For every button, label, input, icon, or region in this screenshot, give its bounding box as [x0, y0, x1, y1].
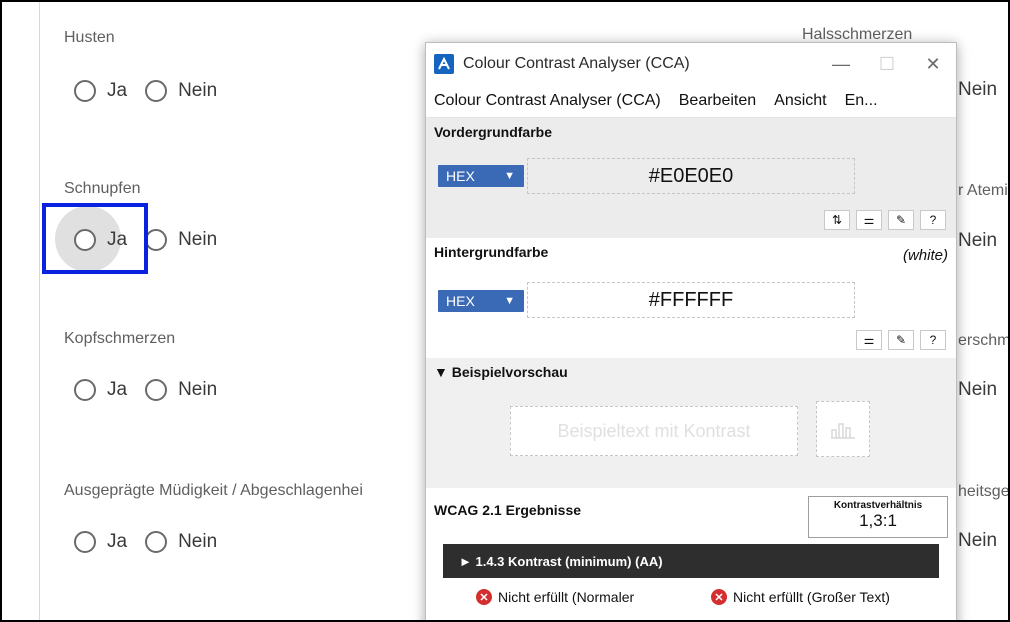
- radio-label-ja[interactable]: Ja: [107, 379, 127, 401]
- minimize-button[interactable]: —: [818, 54, 864, 75]
- result-normal-text: ✕ Nicht erfüllt (Normaler: [476, 589, 634, 605]
- question-label-muedigkeit: Ausgeprägte Müdigkeit / Abgeschlagenhei: [64, 482, 363, 499]
- radio-kopfschmerzen-nein[interactable]: [145, 379, 168, 401]
- result-normal-label: Nicht erfüllt (Normaler: [498, 589, 635, 605]
- background-section: Hintergrundfarbe (white) HEX ▼ #FFFFFF ⚌…: [426, 238, 956, 358]
- contrast-ratio-label: Kontrastverhältnis: [833, 500, 923, 511]
- background-format-value: HEX: [446, 293, 475, 309]
- question-label-schnupfen: Schnupfen: [64, 180, 141, 197]
- wcag-title: WCAG 2.1 Ergebnisse: [434, 502, 582, 518]
- contrast-ratio-value: 1,3:1: [859, 511, 897, 530]
- maximize-button: ☐: [878, 53, 896, 74]
- menu-bearbeiten[interactable]: Bearbeiten: [679, 92, 756, 110]
- question-label-right-fragment-4: heitsge: [958, 483, 1010, 500]
- cca-window-title: Colour Contrast Analyser (CCA): [463, 55, 690, 72]
- chevron-down-icon: ▼: [504, 170, 515, 182]
- radio-label-nein[interactable]: Nein: [178, 379, 217, 401]
- menu-cca[interactable]: Colour Contrast Analyser (CCA): [434, 92, 661, 110]
- wcag-section: WCAG 2.1 Ergebnisse Kontrastverhältnis 1…: [426, 488, 956, 608]
- contrast-ratio-box: Kontrastverhältnis 1,3:1: [808, 496, 948, 538]
- menu-overflow[interactable]: En...: [845, 92, 878, 110]
- radio-label-ja[interactable]: Ja: [107, 80, 127, 102]
- radio-label-nein-right[interactable]: Nein: [958, 230, 997, 252]
- radio-label-nein-right[interactable]: Nein: [958, 379, 997, 401]
- cca-app-icon: [434, 54, 454, 74]
- background-color-name: (white): [902, 247, 948, 264]
- radio-muedigkeit-ja[interactable]: [74, 531, 96, 553]
- close-button[interactable]: ✕: [910, 54, 956, 75]
- swap-colors-icon[interactable]: ⇅: [824, 210, 850, 230]
- preview-image-icon: [816, 401, 870, 457]
- radio-label-ja[interactable]: Ja: [107, 531, 127, 553]
- help-icon[interactable]: ?: [920, 330, 946, 350]
- radio-label-nein-right[interactable]: Nein: [958, 79, 997, 101]
- foreground-format-select[interactable]: HEX ▼: [438, 165, 524, 187]
- screenshot-frame: Husten Ja Nein Schnupfen Ja Nein Kopfsch…: [0, 0, 1010, 622]
- page-left-edge: [39, 2, 40, 620]
- background-tools: ⚌ ✎ ?: [856, 330, 946, 350]
- radio-label-nein-right[interactable]: Nein: [958, 530, 997, 552]
- background-format-select[interactable]: HEX ▼: [438, 290, 524, 312]
- sliders-icon[interactable]: ⚌: [856, 210, 882, 230]
- fail-icon: ✕: [476, 589, 492, 605]
- radio-group-muedigkeit: Ja Nein: [74, 528, 235, 556]
- radio-label-nein[interactable]: Nein: [178, 531, 217, 553]
- focus-indicator: [42, 203, 148, 274]
- sliders-icon[interactable]: ⚌: [856, 330, 882, 350]
- background-title: Hintergrundfarbe: [434, 244, 549, 260]
- radio-group-husten: Ja Nein: [74, 77, 235, 105]
- foreground-format-value: HEX: [446, 168, 475, 184]
- question-label-right-fragment-3: erschm: [958, 332, 1010, 349]
- foreground-hex-input[interactable]: #E0E0E0: [527, 158, 855, 194]
- criterion-1-4-3-toggle[interactable]: ► 1.4.3 Kontrast (minimum) (AA): [443, 544, 939, 578]
- foreground-section: Vordergrundfarbe HEX ▼ #E0E0E0 ⇅ ⚌ ✎ ?: [426, 118, 956, 238]
- result-large-label: Nicht erfüllt (Großer Text): [733, 589, 890, 605]
- radio-husten-ja[interactable]: [74, 80, 96, 102]
- foreground-tools: ⇅ ⚌ ✎ ?: [824, 210, 946, 230]
- eyedropper-icon[interactable]: ✎: [888, 330, 914, 350]
- background-hex-input[interactable]: #FFFFFF: [527, 282, 855, 318]
- radio-label-nein[interactable]: Nein: [178, 229, 217, 251]
- chevron-down-icon: ▼: [504, 295, 515, 307]
- question-label-kopfschmerzen: Kopfschmerzen: [64, 330, 176, 347]
- cca-titlebar[interactable]: Colour Contrast Analyser (CCA) — ☐ ✕: [426, 43, 956, 85]
- radio-husten-nein[interactable]: [145, 80, 168, 102]
- preview-sample-text: Beispieltext mit Kontrast: [510, 406, 798, 456]
- help-icon[interactable]: ?: [920, 210, 946, 230]
- eyedropper-icon[interactable]: ✎: [888, 210, 914, 230]
- fail-icon: ✕: [711, 589, 727, 605]
- preview-section: ▼ Beispielvorschau Beispieltext mit Kont…: [426, 358, 956, 488]
- radio-label-nein[interactable]: Nein: [178, 80, 217, 102]
- foreground-title: Vordergrundfarbe: [434, 124, 552, 140]
- preview-toggle[interactable]: ▼ Beispielvorschau: [434, 364, 568, 380]
- cca-window: Colour Contrast Analyser (CCA) — ☐ ✕ Col…: [425, 42, 957, 620]
- result-large-text: ✕ Nicht erfüllt (Großer Text): [711, 589, 890, 605]
- radio-schnupfen-nein[interactable]: [145, 229, 168, 251]
- question-label-husten: Husten: [64, 29, 115, 46]
- menu-ansicht[interactable]: Ansicht: [774, 92, 826, 110]
- radio-group-kopfschmerzen: Ja Nein: [74, 376, 235, 404]
- radio-muedigkeit-nein[interactable]: [145, 531, 168, 553]
- radio-kopfschmerzen-ja[interactable]: [74, 379, 96, 401]
- cca-menubar: Colour Contrast Analyser (CCA) Bearbeite…: [426, 85, 956, 118]
- question-label-atemnot-fragment: r Atemi: [958, 182, 1008, 199]
